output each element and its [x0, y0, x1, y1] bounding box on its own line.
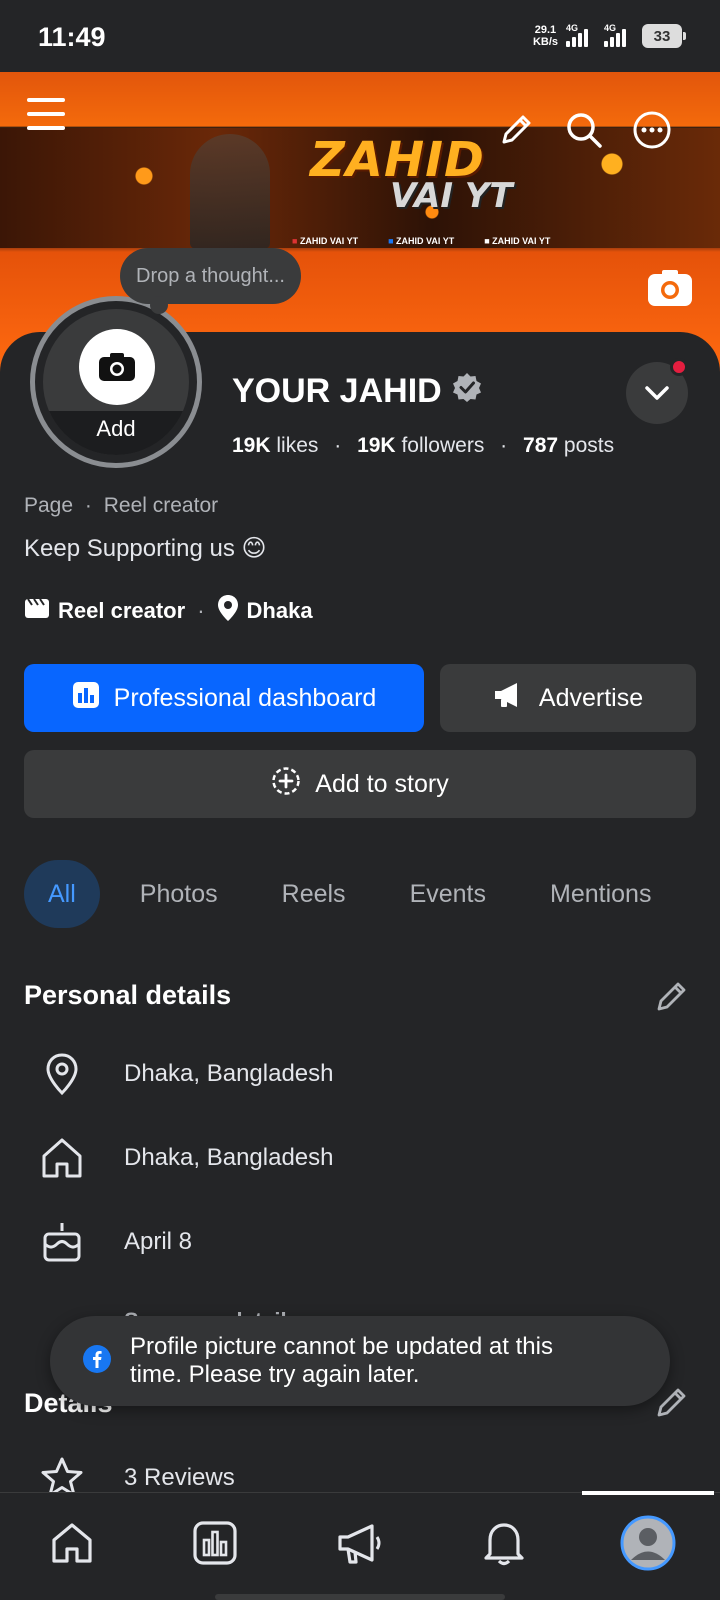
professional-dashboard-button[interactable]: Professional dashboard — [24, 664, 424, 732]
personal-details-title: Personal details — [24, 980, 232, 1010]
pencil-icon[interactable] — [654, 978, 694, 1018]
separator-dot: · — [84, 494, 92, 517]
hamburger-menu-icon[interactable] — [24, 92, 68, 136]
sim2-network-type: 4G — [604, 23, 617, 33]
profile-tabs: All Photos Reels Events Mentions — [24, 860, 691, 928]
location-pin-icon — [217, 594, 239, 628]
bottom-navigation — [0, 1491, 720, 1600]
detail-row-hometown: Dhaka, Bangladesh — [38, 1134, 333, 1182]
professional-dashboard-label: Professional dashboard — [113, 683, 377, 712]
avatar-add-label: Add — [43, 411, 189, 455]
tab-reels[interactable]: Reels — [258, 860, 370, 928]
advertise-label: Advertise — [538, 683, 644, 712]
home-icon — [38, 1134, 86, 1182]
meta-category: Reel creator — [103, 494, 219, 517]
separator-dot: · — [500, 434, 508, 457]
facebook-logo-icon — [82, 1344, 112, 1379]
signal-icon: 4G — [566, 23, 596, 47]
profile-name: YOUR JAHID — [232, 372, 442, 410]
cover-social-handles: ZAHID VAI YT ZAHID VAI YT ZAHID VAI YT — [292, 236, 550, 246]
birthday-cake-icon — [38, 1218, 86, 1266]
profile-dropdown-button[interactable] — [626, 358, 688, 424]
separator-dot: · — [197, 598, 205, 623]
followers-label[interactable]: followers — [401, 434, 484, 457]
profile-stats: 19K likes · 19K followers · 787 posts — [232, 434, 614, 458]
status-indicators: 29.1 KB/s 4G 4G 33 — [533, 23, 686, 48]
profile-bio: Keep Supporting us 😊 — [24, 535, 267, 562]
likes-label: likes — [276, 434, 319, 457]
pencil-icon[interactable] — [654, 1384, 694, 1424]
add-to-story-label: Add to story — [315, 769, 449, 798]
megaphone-icon[interactable] — [328, 1511, 392, 1575]
detail-row-birthday: April 8 — [38, 1218, 192, 1266]
tag-category: Reel creator — [58, 598, 186, 623]
dashboard-icon — [72, 681, 100, 716]
cover-subtitle-text: VAI YT — [390, 176, 513, 216]
sim1-network-type: 4G — [566, 23, 579, 33]
active-tab-indicator — [582, 1491, 714, 1495]
page-title: YOUR JAHID — [232, 372, 482, 411]
tag-location: Dhaka — [246, 598, 313, 623]
verified-badge-icon — [452, 372, 482, 411]
tab-photos[interactable]: Photos — [116, 860, 242, 928]
profile-avatar[interactable]: Add — [30, 296, 202, 468]
dashboard-icon[interactable] — [183, 1511, 247, 1575]
avatar-placeholder: Add — [43, 309, 189, 455]
tab-events[interactable]: Events — [386, 860, 510, 928]
advertise-button[interactable]: Advertise — [440, 664, 696, 732]
network-speed-value: 29.1 — [534, 24, 557, 36]
profile-avatar-icon[interactable] — [616, 1511, 680, 1575]
more-options-icon[interactable] — [630, 108, 674, 152]
add-to-story-button[interactable]: Add to story — [24, 750, 696, 818]
meta-type: Page — [24, 494, 74, 517]
detail-text: Dhaka, Bangladesh — [124, 1060, 334, 1087]
camera-icon — [79, 329, 155, 405]
notification-dot — [670, 358, 688, 376]
toast-message: Profile picture cannot be updated at thi… — [130, 1333, 553, 1389]
posts-count: 787 — [523, 434, 559, 457]
tiktok-handle: ZAHID VAI YT — [484, 236, 550, 246]
add-story-icon — [271, 766, 301, 803]
youtube-handle: ZAHID VAI YT — [292, 236, 358, 246]
battery-icon: 33 — [642, 24, 686, 48]
toast-line-1: Profile picture cannot be updated at thi… — [130, 1333, 553, 1360]
status-bar: 11:49 29.1 KB/s 4G 4G 33 — [0, 0, 720, 72]
followers-count[interactable]: 19K — [357, 434, 396, 457]
drop-thought-bubble[interactable]: Drop a thought... — [120, 248, 301, 314]
cover-character-image — [190, 134, 270, 249]
megaphone-icon — [493, 681, 525, 716]
status-time: 11:49 — [38, 22, 106, 52]
detail-row-current-city: Dhaka, Bangladesh — [38, 1050, 333, 1098]
detail-text: Dhaka, Bangladesh — [124, 1144, 334, 1171]
network-speed-unit: KB/s — [532, 36, 558, 48]
facebook-handle: ZAHID VAI YT — [388, 236, 454, 246]
tab-all[interactable]: All — [24, 860, 100, 928]
search-icon[interactable] — [562, 108, 606, 152]
profile-tags: Reel creator · Dhaka — [24, 594, 313, 628]
detail-text: April 8 — [124, 1228, 193, 1255]
likes-count: 19K — [232, 434, 271, 457]
tab-mentions[interactable]: Mentions — [526, 860, 675, 928]
home-icon[interactable] — [40, 1511, 104, 1575]
posts-label: posts — [563, 434, 615, 457]
network-speed: 29.1 KB/s — [533, 24, 558, 48]
chevron-down-icon — [645, 386, 669, 400]
toast-line-2: time. Please try again later. — [130, 1361, 420, 1388]
signal-icon: 4G — [604, 23, 634, 47]
pencil-icon[interactable] — [494, 108, 538, 152]
separator-dot: · — [334, 434, 342, 457]
location-pin-icon — [38, 1050, 86, 1098]
detail-text: 3 Reviews — [124, 1464, 235, 1491]
system-home-bar[interactable] — [215, 1594, 505, 1600]
clapperboard-icon — [24, 597, 50, 625]
cover-camera-icon[interactable] — [646, 268, 694, 308]
error-toast: Profile picture cannot be updated at thi… — [50, 1316, 670, 1406]
page-meta: Page · Reel creator — [24, 494, 218, 518]
bell-icon[interactable] — [472, 1511, 536, 1575]
